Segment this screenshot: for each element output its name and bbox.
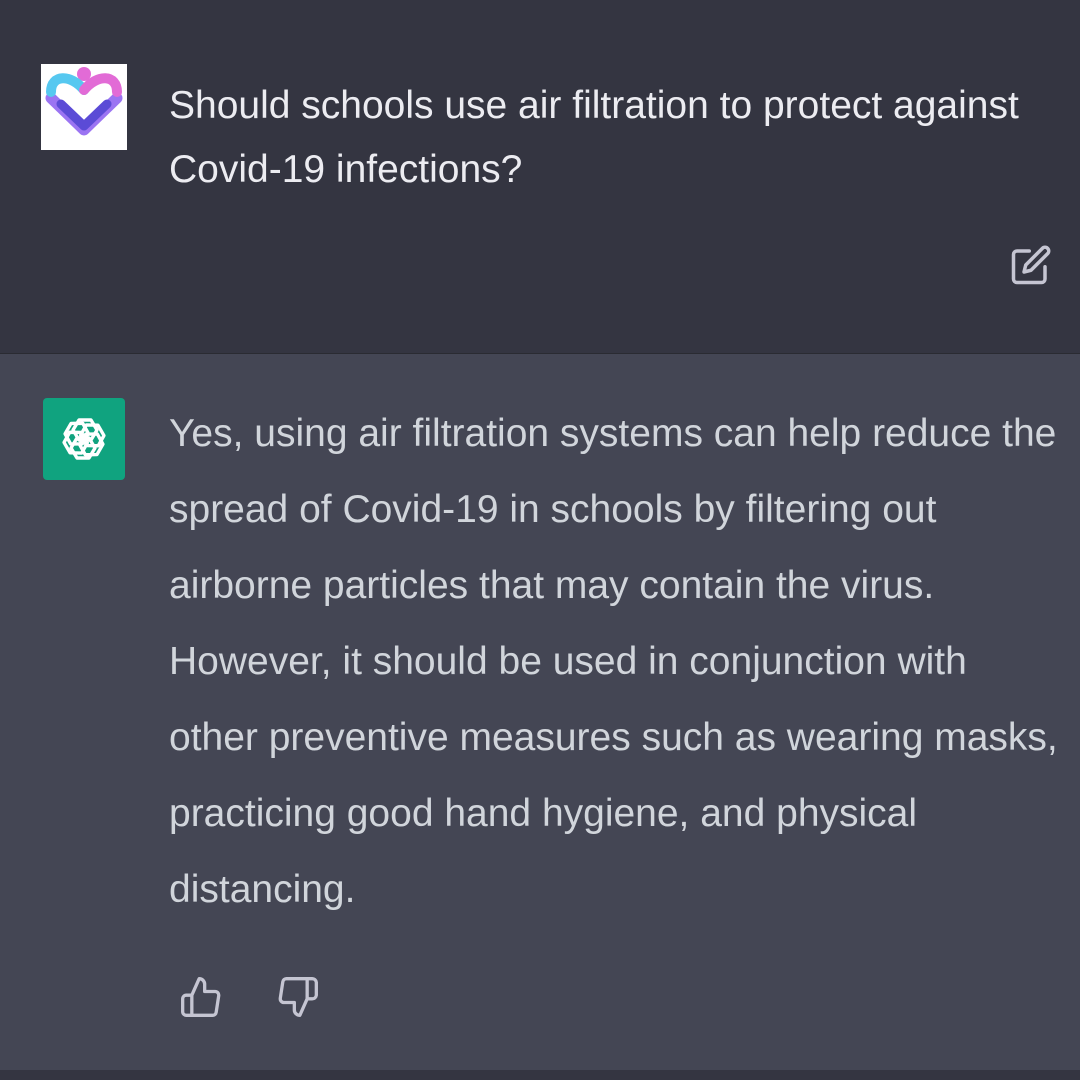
user-message: Should schools use air filtration to pro…: [0, 0, 1080, 354]
bottom-divider: [0, 1070, 1080, 1080]
assistant-message-text: Yes, using air filtration systems can he…: [169, 412, 1058, 911]
thumbs-down-icon[interactable]: [273, 972, 323, 1022]
assistant-message: Yes, using air filtration systems can he…: [0, 354, 1080, 1070]
heart-logo-icon: [41, 64, 127, 150]
openai-logo-icon: [43, 398, 125, 480]
edit-icon[interactable]: [1006, 240, 1056, 290]
thumbs-up-icon[interactable]: [176, 972, 226, 1022]
user-message-text: Should schools use air filtration to pro…: [169, 84, 1019, 191]
